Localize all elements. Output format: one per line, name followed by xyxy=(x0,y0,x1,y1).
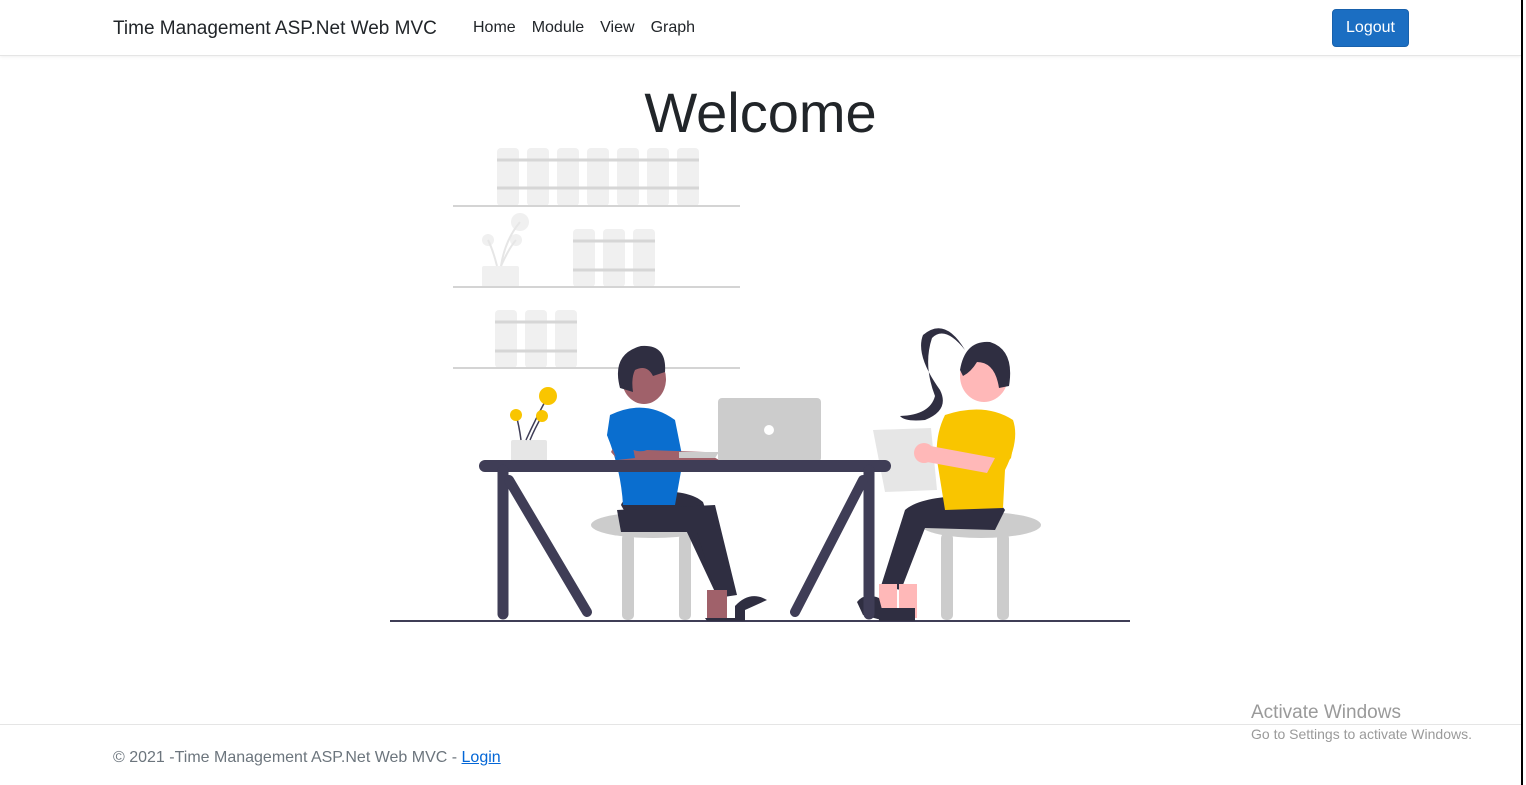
nav-links: Home Module View Graph xyxy=(473,19,695,37)
welcome-illustration xyxy=(390,148,1130,622)
activate-windows-title: Activate Windows xyxy=(1251,702,1401,723)
welcome-heading: Welcome xyxy=(644,81,877,144)
login-link[interactable]: Login xyxy=(462,749,501,766)
window-edge xyxy=(1521,0,1523,785)
nav-link-module[interactable]: Module xyxy=(532,19,584,37)
activate-windows-subtitle: Go to Settings to activate Windows. xyxy=(1251,726,1472,742)
plant-pot xyxy=(510,387,557,462)
woman-figure xyxy=(857,328,1016,621)
brand-link[interactable]: Time Management ASP.Net Web MVC xyxy=(113,18,437,40)
nav-link-view[interactable]: View xyxy=(600,19,634,37)
nav-link-graph[interactable]: Graph xyxy=(651,19,695,37)
navbar: Time Management ASP.Net Web MVC Home Mod… xyxy=(0,0,1521,56)
logout-button[interactable]: Logout xyxy=(1332,9,1409,47)
laptop xyxy=(679,398,821,462)
copyright-text: © 2021 -Time Management ASP.Net Web MVC … xyxy=(113,749,462,766)
activate-windows-watermark: Activate Windows Go to Settings to activ… xyxy=(1251,702,1472,742)
bookshelf xyxy=(453,148,740,369)
footer-text: © 2021 -Time Management ASP.Net Web MVC … xyxy=(113,749,501,767)
nav-link-home[interactable]: Home xyxy=(473,19,516,37)
